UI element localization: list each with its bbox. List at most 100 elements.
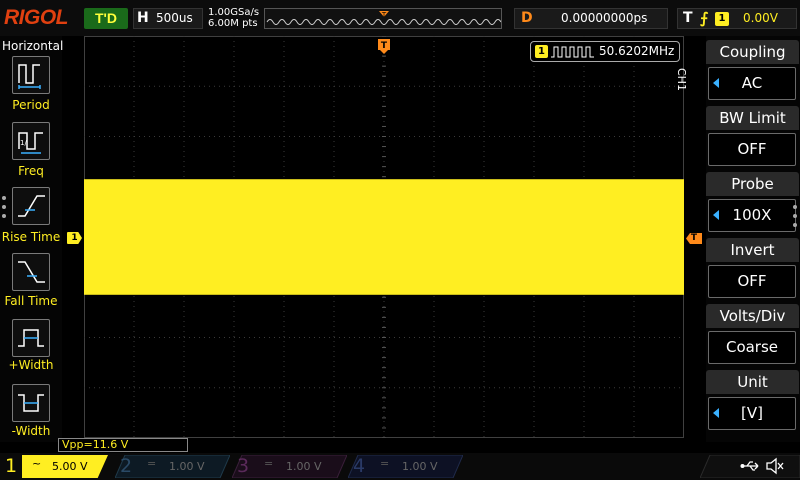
positive-width-button[interactable] [12,319,50,357]
sample-rate: 1.00GSa/s [208,7,260,18]
sample-info: 1.00GSa/s 6.00M pts [208,7,259,29]
period-label: Period [12,98,50,112]
period-measure-button[interactable] [12,56,50,94]
ch2-status[interactable]: 2 = 1.00 V [115,453,230,480]
ch4-number: 4 [353,455,366,477]
rise-time-button[interactable] [12,187,50,225]
rise-time-icon [18,195,45,217]
dc-coupling-icon: = [380,457,390,470]
unit-menu-item[interactable]: Unit [V] [706,370,799,432]
freq-label: Freq [18,164,44,178]
ch3-scale: 1.00 V [286,460,322,473]
trigger-source: 1 [715,12,729,26]
negative-width-label: -Width [11,424,51,438]
rise-time-label: Rise Time [1,230,61,244]
trigger-level: 0.00V [743,11,778,25]
svg-text:1/: 1/ [20,139,27,147]
right-page-dots [793,205,797,232]
delay-label: D [521,10,533,26]
delay-display[interactable]: D 0.00000000ps [514,8,668,29]
speaker-mute-icon[interactable] [765,457,785,475]
ch3-status[interactable]: 3 = 1.00 V [232,453,347,480]
rising-edge-icon: ⨍ [700,9,709,27]
menu-channel-label: CH1 [675,68,688,91]
fall-time-button[interactable] [12,253,50,291]
ch1-status[interactable]: 1 ~ 5.00 V [0,453,115,480]
ch4-status[interactable]: 4 = 1.00 V [348,453,463,480]
frequency-measure-icon: 1/ [18,132,43,154]
waveform-display[interactable] [83,35,685,439]
memory-position-bar[interactable]: T [264,8,502,29]
frequency-value: 50.6202MHz [599,44,675,58]
positive-width-label: +Width [8,358,54,372]
vpp-value: Vpp=11.6 V [62,438,129,451]
trigger-position-label: T [381,41,388,51]
delay-value: 0.00000000ps [561,11,648,25]
bw-limit-menu-item[interactable]: BW Limit OFF [706,106,799,168]
left-page-dots [2,196,6,223]
probe-value[interactable]: 100X [708,199,796,232]
invert-value[interactable]: OFF [708,265,796,298]
invert-menu-item[interactable]: Invert OFF [706,238,799,300]
memory-depth: 6.00M pts [208,18,258,29]
invert-title: Invert [706,238,799,262]
usb-icon [740,461,759,471]
fall-time-label: Fall Time [4,294,58,308]
timebase-value: 500us [156,11,193,25]
freq-measure-button[interactable]: 1/ [12,122,50,160]
dc-coupling-icon: = [147,457,157,470]
volts-div-title: Volts/Div [706,304,799,328]
ch4-scale: 1.00 V [402,460,438,473]
period-measure-icon [18,64,41,89]
measure-menu-title: Horizontal [2,39,64,53]
left-arrow-icon [713,78,719,88]
ch1-waveform [84,179,684,295]
run-state-badge[interactable]: T'D [84,8,128,29]
coupling-value-text: AC [741,74,763,92]
coupling-title: Coupling [706,40,799,64]
negative-width-icon [18,394,44,412]
probe-menu-item[interactable]: Probe 100X [706,172,799,234]
coupling-menu-item[interactable]: Coupling AC [706,40,799,102]
positive-width-icon [18,329,44,347]
trigger-position-icon[interactable]: T [378,39,390,55]
ch3-number: 3 [237,455,250,477]
dc-coupling-icon: = [264,457,274,470]
negative-width-button[interactable] [12,384,50,422]
brand-logo: RIGOL [4,6,69,29]
bw-limit-title: BW Limit [706,106,799,130]
square-wave-icon [551,46,594,58]
channel-menu: Coupling AC BW Limit OFF Probe 100X Inve… [706,36,800,442]
channel-status-bar: 1 ~ 5.00 V 2 = 1.00 V 3 = 1.00 V 4 = 1.0… [0,453,800,480]
ch1-number: 1 [5,455,18,477]
vpp-measurement: Vpp=11.6 V [58,438,188,452]
svg-text:T: T [381,11,387,19]
volts-div-menu-item[interactable]: Volts/Div Coarse [706,304,799,366]
left-arrow-icon [713,408,719,418]
graticule [83,35,685,439]
unit-value-text: [V] [741,404,763,422]
unit-title: Unit [706,370,799,394]
ch1-offset-marker[interactable]: 1 [67,232,82,244]
volts-div-value[interactable]: Coarse [708,331,796,364]
horizontal-label: H [137,10,149,26]
unit-value[interactable]: [V] [708,397,796,430]
frequency-counter: 1 50.6202MHz [530,41,680,62]
bw-limit-value[interactable]: OFF [708,133,796,166]
ac-coupling-icon: ~ [32,457,42,470]
probe-value-text: 100X [732,206,772,224]
horizontal-timebase[interactable]: H 500us [133,8,203,29]
trigger-display[interactable]: T ⨍ 1 0.00V [677,8,797,29]
probe-title: Probe [706,172,799,196]
left-arrow-icon [713,210,719,220]
counter-channel: 1 [535,45,548,58]
measure-menu: Horizontal Period 1/ Freq Rise Time Fall… [0,36,64,442]
trigger-label: T [683,10,693,26]
coupling-value[interactable]: AC [708,67,796,100]
ch2-scale: 1.00 V [169,460,205,473]
memory-waveform-overview: T [266,11,501,25]
fall-time-icon [18,261,45,283]
ch1-scale: 5.00 V [52,460,88,473]
ch2-number: 2 [120,455,133,477]
trigger-level-marker[interactable]: T [686,233,702,244]
